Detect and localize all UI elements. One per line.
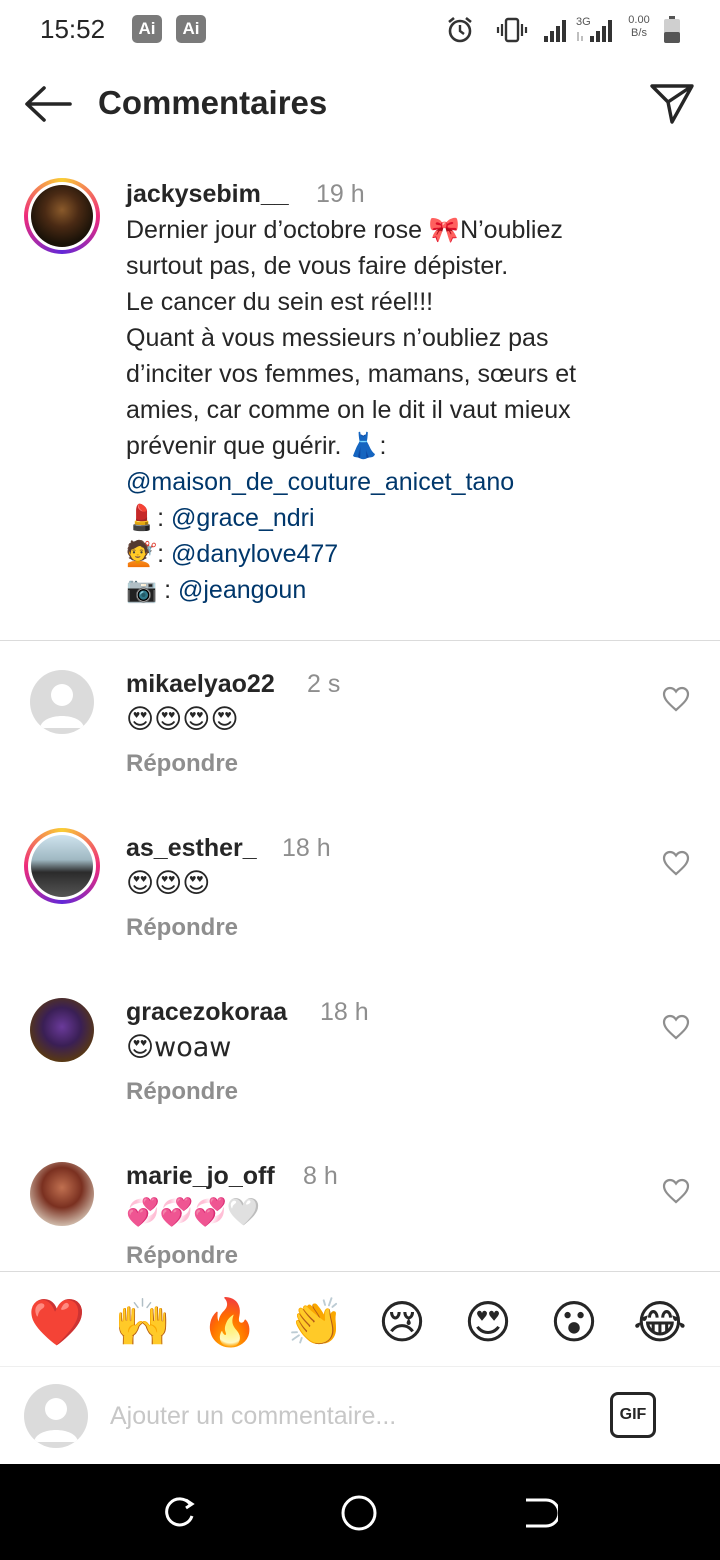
comment-input[interactable] bbox=[110, 1396, 590, 1436]
system-nav-bar bbox=[0, 1464, 720, 1560]
haircut-emoji: 💇 bbox=[126, 539, 158, 568]
caption-line: Dernier jour d’octobre rose 🎀N’oubliez bbox=[126, 212, 706, 248]
ribbon-emoji: 🎀 bbox=[428, 215, 461, 244]
like-heart-icon[interactable] bbox=[662, 1178, 690, 1204]
fire-emoji-button[interactable]: 🔥 bbox=[200, 1292, 260, 1352]
caption-line: 💇: @danylove477 bbox=[126, 536, 706, 572]
caption-line: Quant à vous messieurs n’oubliez pas bbox=[126, 324, 549, 352]
battery-icon bbox=[664, 16, 680, 43]
mention-link[interactable]: @jeangoun bbox=[178, 576, 306, 604]
avatar bbox=[31, 185, 93, 247]
caption-line: d’inciter vos femmes, mamans, sœurs et bbox=[126, 360, 577, 388]
comment-item: marie_jo_off 8 h 💞💞💞🤍 Répondre bbox=[0, 1162, 720, 1270]
comment-timestamp: 8 h bbox=[303, 1162, 338, 1190]
net-speed-unit: B/s bbox=[631, 27, 647, 39]
divider bbox=[0, 640, 720, 641]
status-time: 15:52 bbox=[40, 14, 106, 44]
mention-link[interactable]: @grace_ndri bbox=[171, 504, 315, 532]
avatar[interactable] bbox=[30, 670, 94, 734]
like-heart-icon[interactable] bbox=[662, 850, 690, 876]
recent-apps-icon[interactable] bbox=[160, 1494, 198, 1532]
net-speed: 0.00 B/s bbox=[624, 14, 654, 40]
crying-face-emoji-button[interactable]: 😢 bbox=[372, 1292, 432, 1352]
comment-text: 😍😍😍😍 bbox=[126, 704, 239, 735]
emoji-reaction-bar: ❤️ 🙌 🔥 👏 😢 😍 😮 😂 bbox=[0, 1271, 720, 1367]
reply-button[interactable]: Répondre bbox=[126, 1078, 238, 1106]
lipstick-emoji: 💄 bbox=[126, 503, 158, 532]
caption-line: 💄: @grace_ndri bbox=[126, 500, 706, 536]
caption-line: surtout pas, de vous faire dépister. bbox=[126, 252, 509, 280]
like-heart-icon[interactable] bbox=[662, 1014, 690, 1040]
caption-timestamp: 19 h bbox=[316, 180, 365, 208]
reply-button[interactable]: Répondre bbox=[126, 750, 238, 778]
default-avatar-icon bbox=[34, 1398, 78, 1442]
default-avatar-icon bbox=[40, 684, 84, 728]
raising-hands-emoji-button[interactable]: 🙌 bbox=[113, 1292, 173, 1352]
comment-username[interactable]: mikaelyao22 bbox=[126, 670, 275, 699]
avatar bbox=[31, 835, 93, 897]
comment-username[interactable]: marie_jo_off bbox=[126, 1162, 275, 1191]
camera-emoji: 📷 bbox=[126, 575, 158, 604]
reply-button[interactable]: Répondre bbox=[126, 914, 238, 942]
arrow-left-icon[interactable] bbox=[22, 84, 74, 124]
caption-text-part: : bbox=[157, 504, 172, 532]
caption-text-part: Dernier jour d’octobre rose bbox=[126, 216, 429, 244]
page-title: Commentaires bbox=[98, 84, 328, 121]
avatar[interactable] bbox=[30, 1162, 94, 1226]
like-heart-icon[interactable] bbox=[662, 686, 690, 712]
comment-item: as_esther_ 18 h 😍😍😍 Répondre bbox=[0, 828, 720, 984]
caption-line: 📷 : @jeangoun bbox=[126, 572, 706, 608]
mention-link[interactable]: @danylove477 bbox=[171, 540, 338, 568]
gif-button[interactable]: GIF bbox=[610, 1392, 656, 1438]
clapping-hands-emoji-button[interactable]: 👏 bbox=[286, 1292, 346, 1352]
send-icon[interactable] bbox=[648, 80, 696, 128]
network-type-label: 3G bbox=[576, 16, 591, 28]
post-caption: jackysebim__ 19 h Dernier jour d’octobre… bbox=[0, 170, 720, 640]
comment-username[interactable]: gracezokoraa bbox=[126, 998, 287, 1027]
ai-app-badge: Ai bbox=[132, 15, 162, 43]
reply-button[interactable]: Répondre bbox=[126, 1242, 238, 1270]
caption-text-part: : bbox=[379, 432, 387, 460]
caption-text: Dernier jour d’octobre rose 🎀N’oubliez s… bbox=[126, 212, 706, 608]
comment-timestamp: 2 s bbox=[307, 670, 341, 698]
heart-eyes-emoji-button[interactable]: 😍 bbox=[458, 1292, 518, 1352]
caption-line: prévenir que guérir. 👗: bbox=[126, 428, 706, 464]
comment-item: gracezokoraa 18 h 😍woaw Répondre bbox=[0, 998, 720, 1148]
comment-timestamp: 18 h bbox=[282, 834, 331, 862]
status-bar: 15:52 Ai Ai 3G 0.00 B/s bbox=[0, 0, 720, 58]
caption-username[interactable]: jackysebim__ bbox=[126, 180, 289, 209]
comment-text: 😍woaw bbox=[126, 1032, 232, 1063]
tears-of-joy-emoji-button[interactable]: 😂 bbox=[630, 1292, 690, 1352]
avatar[interactable] bbox=[30, 998, 94, 1062]
ai-app-badge: Ai bbox=[176, 15, 206, 43]
vibrate-icon bbox=[496, 17, 528, 43]
surprised-face-emoji-button[interactable]: 😮 bbox=[544, 1292, 604, 1352]
caption-line: amies, car comme on le dit il vaut mieux bbox=[126, 396, 571, 424]
comment-text: 💞💞💞🤍 bbox=[126, 1197, 261, 1228]
comment-username[interactable]: as_esther_ bbox=[126, 834, 257, 863]
comment-item: mikaelyao22 2 s 😍😍😍😍 Répondre bbox=[0, 670, 720, 820]
comment-text: 😍😍😍 bbox=[126, 868, 211, 899]
caption-text-part: : bbox=[157, 540, 172, 568]
avatar-story-ring[interactable] bbox=[24, 178, 100, 254]
caption-text-part: N’oubliez bbox=[460, 216, 563, 244]
header: Commentaires bbox=[0, 58, 720, 150]
mention-link[interactable]: @maison_de_couture_anicet_tano bbox=[126, 464, 706, 500]
avatar bbox=[24, 1384, 88, 1448]
caption-text-part: : bbox=[157, 576, 178, 604]
alarm-icon bbox=[448, 16, 472, 43]
caption-text-part: prévenir que guérir. bbox=[126, 432, 349, 460]
comment-timestamp: 18 h bbox=[320, 998, 369, 1026]
red-heart-emoji-button[interactable]: ❤️ bbox=[27, 1292, 87, 1352]
avatar-story-ring[interactable] bbox=[24, 828, 100, 904]
back-nav-icon[interactable] bbox=[520, 1494, 558, 1532]
comment-composer: GIF bbox=[0, 1368, 720, 1464]
caption-line: Le cancer du sein est réel!!! bbox=[126, 288, 434, 316]
dress-emoji: 👗 bbox=[348, 431, 380, 460]
net-speed-value: 0.00 bbox=[628, 14, 650, 26]
home-icon[interactable] bbox=[340, 1494, 378, 1532]
